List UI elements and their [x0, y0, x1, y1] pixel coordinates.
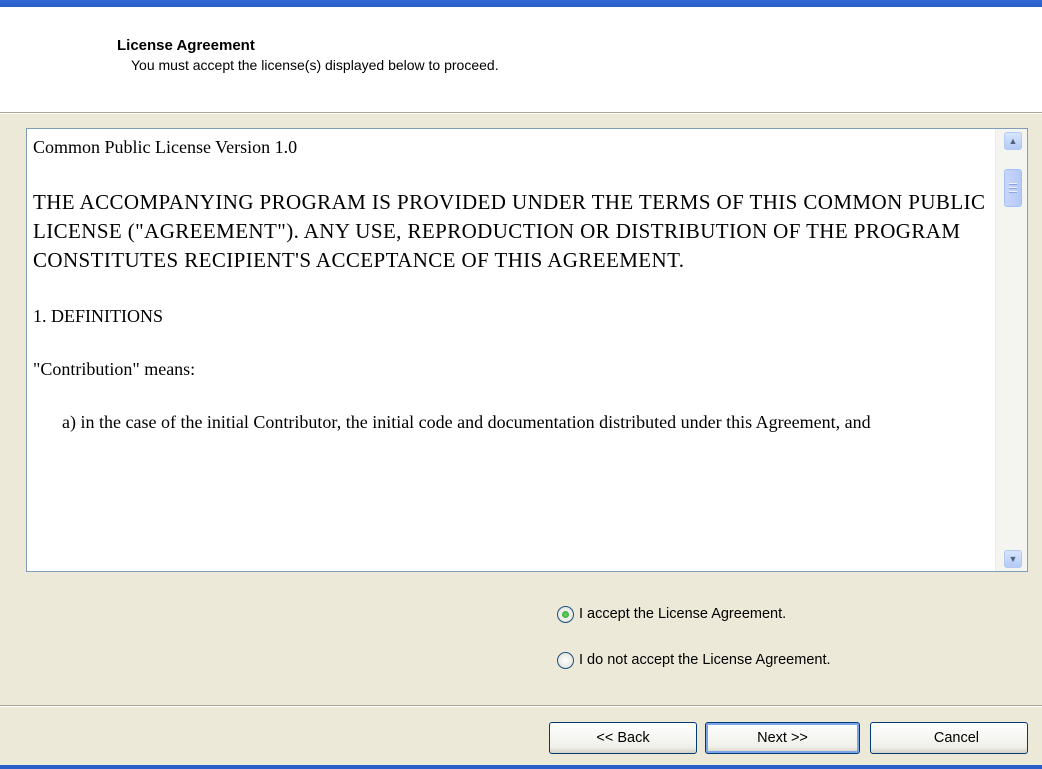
- footer-divider: [0, 705, 1042, 707]
- page-title: License Agreement: [117, 37, 255, 54]
- cancel-button[interactable]: Cancel: [870, 722, 1028, 754]
- vertical-scrollbar[interactable]: ▲ ▼: [995, 129, 1027, 571]
- chevron-up-icon: ▲: [1008, 136, 1018, 146]
- scrollbar-thumb[interactable]: [1004, 169, 1022, 207]
- license-paragraph-title: Common Public License Version 1.0: [33, 137, 298, 157]
- license-paragraph-item-a: a) in the case of the initial Contributo…: [62, 412, 871, 432]
- scroll-down-button[interactable]: ▼: [1004, 550, 1022, 568]
- page-subtitle: You must accept the license(s) displayed…: [131, 57, 499, 73]
- license-text-area[interactable]: Common Public License Version 1.0 THE AC…: [26, 128, 1028, 572]
- chevron-down-icon: ▼: [1008, 554, 1018, 564]
- license-paragraph-contribution: "Contribution" means:: [33, 359, 196, 379]
- header-panel: License Agreement You must accept the li…: [0, 7, 1042, 112]
- license-paragraph-definitions: 1. DEFINITIONS: [33, 306, 163, 326]
- license-text: Common Public License Version 1.0 THE AC…: [27, 129, 995, 571]
- decline-label[interactable]: I do not accept the License Agreement.: [579, 652, 831, 668]
- title-bar: [0, 0, 1042, 7]
- accept-radio[interactable]: [557, 605, 574, 623]
- license-paragraph-preamble: THE ACCOMPANYING PROGRAM IS PROVIDED UND…: [33, 190, 986, 272]
- window-bottom-edge: [0, 765, 1042, 769]
- accept-option[interactable]: I accept the License Agreement.: [557, 603, 786, 625]
- scroll-up-button[interactable]: ▲: [1004, 132, 1022, 150]
- decline-option[interactable]: I do not accept the License Agreement.: [557, 649, 831, 671]
- accept-label[interactable]: I accept the License Agreement.: [579, 606, 786, 622]
- header-divider: [0, 112, 1042, 114]
- next-button[interactable]: Next >>: [705, 722, 860, 754]
- back-button[interactable]: << Back: [549, 722, 697, 754]
- decline-radio[interactable]: [557, 651, 574, 669]
